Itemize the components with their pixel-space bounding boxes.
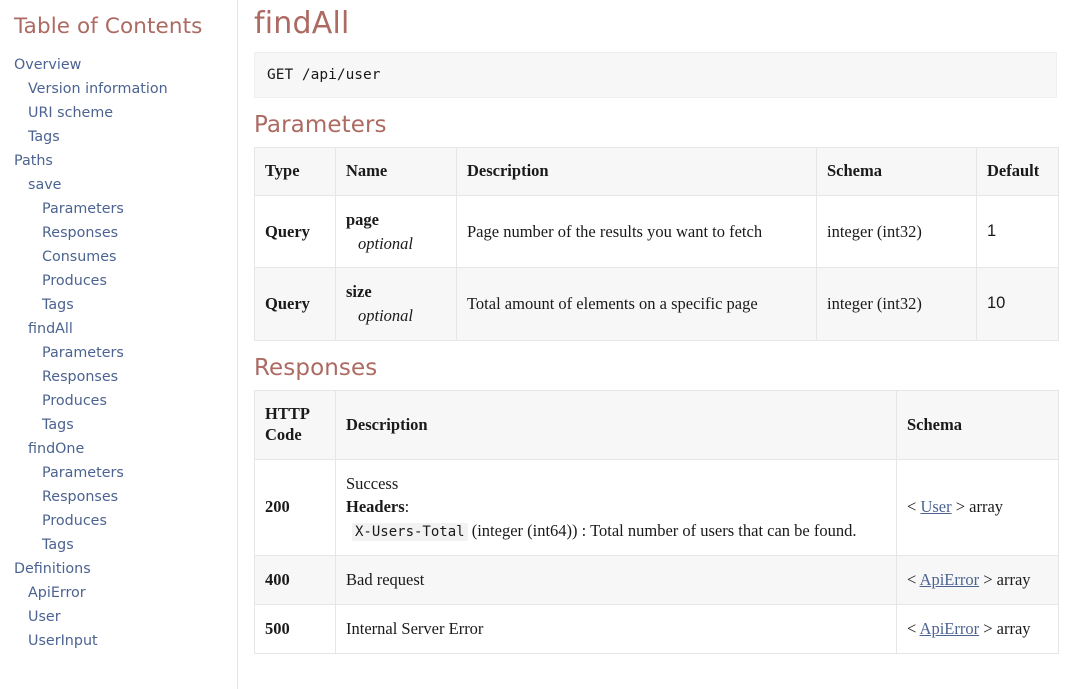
- table-row: 400 Bad request < ApiError > array: [255, 556, 1059, 605]
- sidebar-item-apierror[interactable]: ApiError: [0, 581, 237, 605]
- sidebar-item-definitions[interactable]: Definitions: [0, 557, 237, 581]
- sidebar-item-findall-parameters[interactable]: Parameters: [0, 341, 237, 365]
- table-row: Query size optional Total amount of elem…: [255, 268, 1059, 341]
- response-code: 400: [255, 556, 336, 605]
- response-schema: < ApiError > array: [897, 605, 1059, 654]
- sidebar-item-userinput[interactable]: UserInput: [0, 629, 237, 653]
- responses-table: HTTP Code Description Schema 200 Success…: [254, 390, 1059, 654]
- response-code: 500: [255, 605, 336, 654]
- response-schema: < User > array: [897, 459, 1059, 556]
- headers-colon: :: [405, 497, 410, 516]
- page-title: findAll: [254, 0, 1057, 43]
- sidebar-item-save[interactable]: save: [0, 173, 237, 197]
- sidebar-item-paths[interactable]: Paths: [0, 149, 237, 173]
- param-default: 1: [977, 195, 1059, 268]
- header-detail: (integer (int64)) : Total number of user…: [472, 521, 857, 540]
- param-schema: integer (int32): [817, 195, 977, 268]
- table-row: 200 Success Headers: X-Users-Total (inte…: [255, 459, 1059, 556]
- sidebar-item-findone[interactable]: findOne: [0, 437, 237, 461]
- param-default: 10: [977, 268, 1059, 341]
- sidebar-item-user[interactable]: User: [0, 605, 237, 629]
- sidebar-item-findall-produces[interactable]: Produces: [0, 389, 237, 413]
- sidebar-item-findone-responses[interactable]: Responses: [0, 485, 237, 509]
- response-description: Internal Server Error: [336, 605, 897, 654]
- response-header-detail-line: X-Users-Total (integer (int64)) : Total …: [346, 519, 886, 543]
- endpoint-code-block: GET /api/user: [254, 52, 1057, 98]
- response-description: Bad request: [336, 556, 897, 605]
- schema-link-apierror[interactable]: ApiError: [920, 619, 980, 638]
- schema-link-apierror[interactable]: ApiError: [920, 570, 980, 589]
- main-content: findAll GET /api/user Parameters Type Na…: [238, 0, 1071, 689]
- schema-open-angle: <: [907, 619, 916, 638]
- schema-open-angle: <: [907, 570, 916, 589]
- schema-link-user[interactable]: User: [920, 497, 951, 516]
- toc-title: Table of Contents: [0, 14, 237, 39]
- column-header-default: Default: [977, 148, 1059, 196]
- table-row: Query page optional Page number of the r…: [255, 195, 1059, 268]
- table-row: 500 Internal Server Error < ApiError > a…: [255, 605, 1059, 654]
- sidebar-item-version-information[interactable]: Version information: [0, 77, 237, 101]
- schema-open-angle: <: [907, 497, 916, 516]
- param-name-cell: size optional: [336, 268, 457, 341]
- sidebar-item-findone-produces[interactable]: Produces: [0, 509, 237, 533]
- headers-label: Headers: [346, 497, 405, 516]
- sidebar-item-findone-tags[interactable]: Tags: [0, 533, 237, 557]
- sidebar-item-findall-tags[interactable]: Tags: [0, 413, 237, 437]
- column-header-type: Type: [255, 148, 336, 196]
- responses-heading: Responses: [254, 341, 1057, 390]
- sidebar-item-tags-overview[interactable]: Tags: [0, 125, 237, 149]
- header-name: X-Users-Total: [352, 523, 468, 541]
- sidebar-item-overview[interactable]: Overview: [0, 53, 237, 77]
- param-name: size: [346, 280, 446, 304]
- parameters-table-header-row: Type Name Description Schema Default: [255, 148, 1059, 196]
- sidebar-item-findone-parameters[interactable]: Parameters: [0, 461, 237, 485]
- sidebar-item-save-produces[interactable]: Produces: [0, 269, 237, 293]
- param-description: Page number of the results you want to f…: [457, 195, 817, 268]
- response-status-text: Success: [346, 472, 886, 496]
- param-name: page: [346, 208, 446, 232]
- parameters-heading: Parameters: [254, 98, 1057, 147]
- column-header-http-code: HTTP Code: [255, 391, 336, 459]
- column-header-description: Description: [457, 148, 817, 196]
- param-description: Total amount of elements on a specific p…: [457, 268, 817, 341]
- response-headers-label-line: Headers:: [346, 495, 886, 519]
- sidebar-item-save-consumes[interactable]: Consumes: [0, 245, 237, 269]
- sidebar-item-findall[interactable]: findAll: [0, 317, 237, 341]
- table-of-contents-sidebar: Table of Contents Overview Version infor…: [0, 0, 238, 689]
- column-header-schema: Schema: [897, 391, 1059, 459]
- param-required-flag: optional: [346, 304, 446, 328]
- response-description: Success Headers: X-Users-Total (integer …: [336, 459, 897, 556]
- response-schema: < ApiError > array: [897, 556, 1059, 605]
- schema-close-angle: > array: [956, 497, 1003, 516]
- column-header-description: Description: [336, 391, 897, 459]
- param-type: Query: [255, 268, 336, 341]
- column-header-schema: Schema: [817, 148, 977, 196]
- toc-list: Overview Version information URI scheme …: [0, 53, 237, 653]
- param-type: Query: [255, 195, 336, 268]
- sidebar-item-save-tags[interactable]: Tags: [0, 293, 237, 317]
- sidebar-item-uri-scheme[interactable]: URI scheme: [0, 101, 237, 125]
- param-name-cell: page optional: [336, 195, 457, 268]
- responses-table-header-row: HTTP Code Description Schema: [255, 391, 1059, 459]
- schema-close-angle: > array: [983, 619, 1030, 638]
- schema-close-angle: > array: [983, 570, 1030, 589]
- page-root: Table of Contents Overview Version infor…: [0, 0, 1071, 689]
- sidebar-item-save-responses[interactable]: Responses: [0, 221, 237, 245]
- param-required-flag: optional: [346, 232, 446, 256]
- column-header-name: Name: [336, 148, 457, 196]
- response-code: 200: [255, 459, 336, 556]
- sidebar-item-save-parameters[interactable]: Parameters: [0, 197, 237, 221]
- sidebar-item-findall-responses[interactable]: Responses: [0, 365, 237, 389]
- parameters-table: Type Name Description Schema Default Que…: [254, 147, 1059, 341]
- param-schema: integer (int32): [817, 268, 977, 341]
